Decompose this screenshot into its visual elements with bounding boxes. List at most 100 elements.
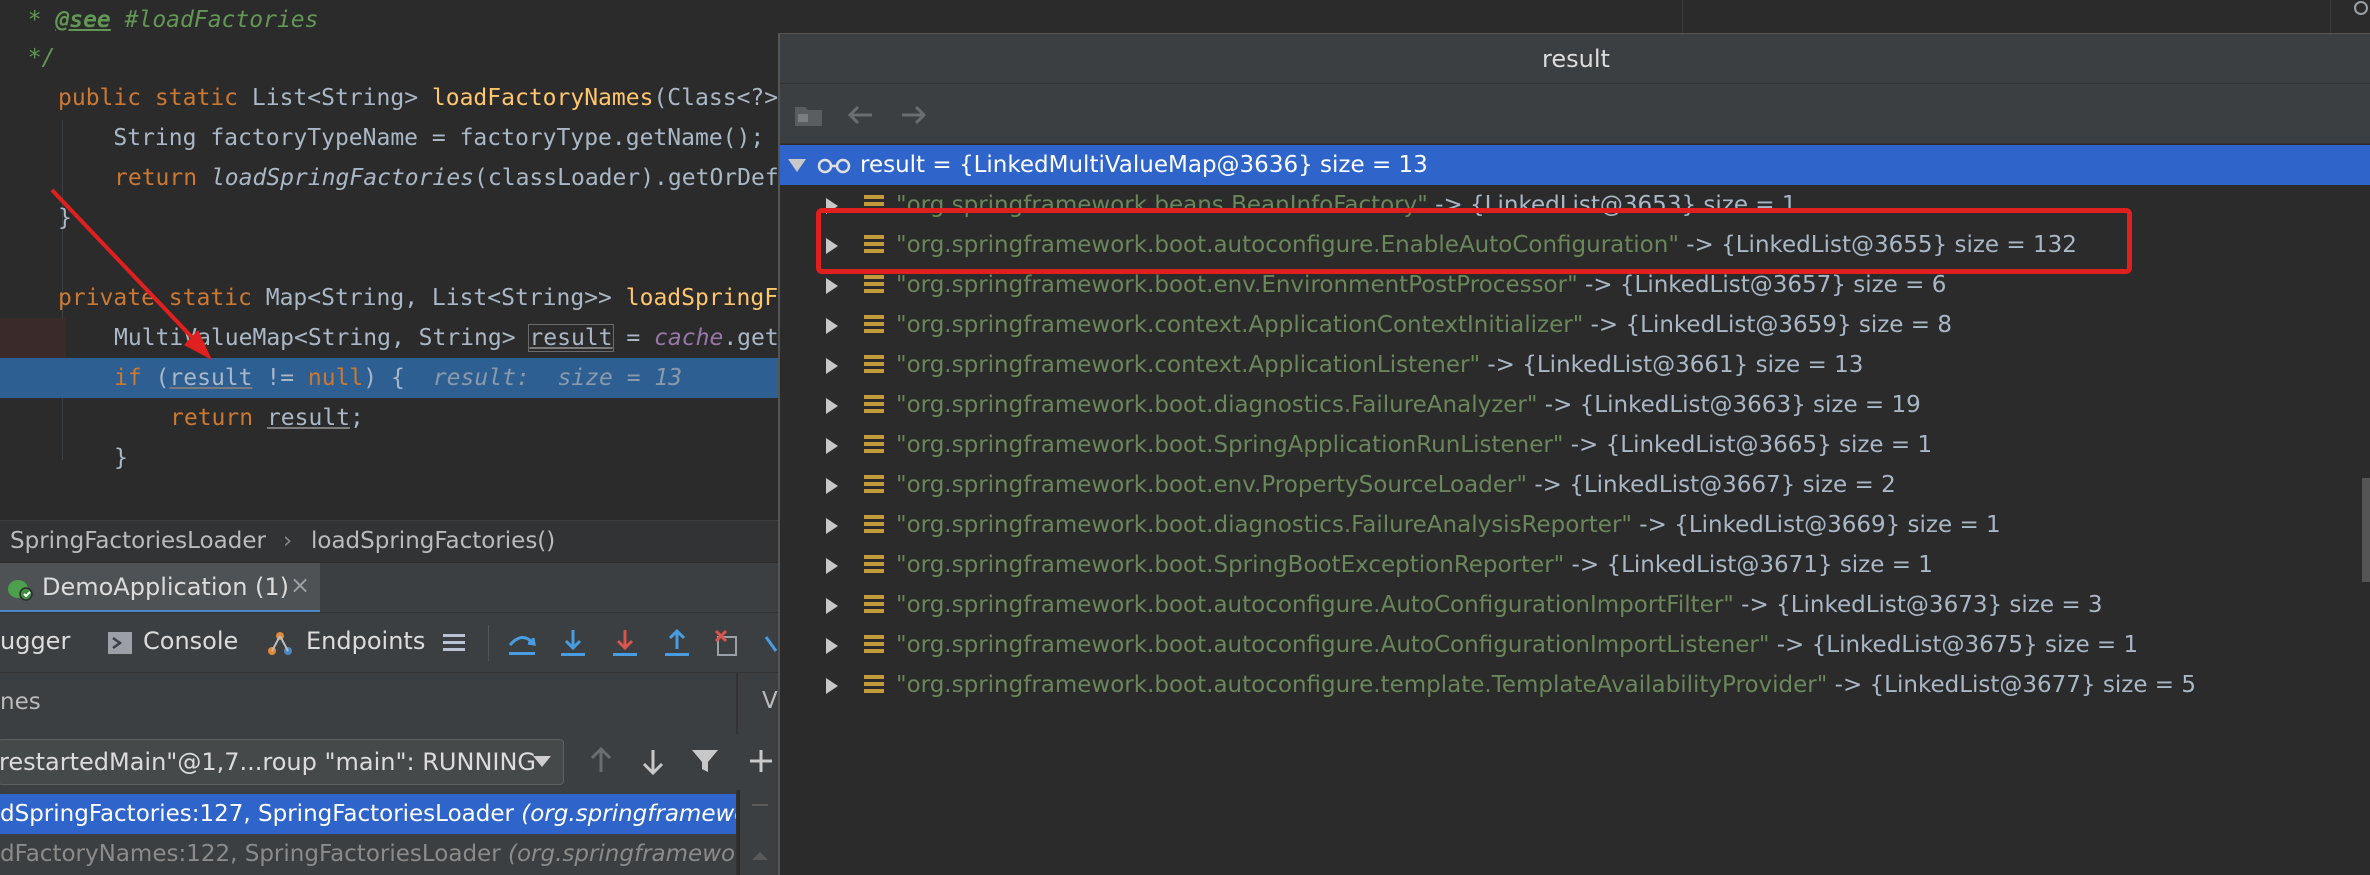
tree-entry-label: "org.springframework.boot.autoconfigure.… — [896, 665, 2196, 705]
tree-entry-label: "org.springframework.context.Application… — [896, 345, 1863, 385]
tree-entry[interactable]: "org.springframework.boot.env.PropertySo… — [780, 465, 2370, 505]
tree-entry[interactable]: "org.springframework.boot.autoconfigure.… — [780, 225, 2370, 265]
entry-size: size = 8 — [1851, 312, 1952, 338]
arrow-down-icon[interactable] — [636, 744, 670, 778]
variable-size: size = 13 — [1312, 152, 1428, 178]
breadcrumb-separator: › — [283, 528, 293, 554]
thread-select[interactable]: restartedMain"@1,7...roup "main": RUNNIN… — [0, 739, 564, 785]
chevron-right-icon[interactable] — [826, 638, 838, 654]
add-icon[interactable] — [744, 744, 778, 778]
entry-size: size = 1 — [1831, 432, 1933, 458]
entry-key: "org.springframework.boot.diagnostics.Fa… — [896, 392, 1538, 418]
chevron-right-icon[interactable] — [826, 598, 838, 614]
toolbar-divider — [488, 625, 489, 661]
chevron-right-icon[interactable] — [826, 198, 838, 214]
map-entry-icon — [864, 315, 884, 335]
frames-scrollbar[interactable] — [740, 790, 780, 875]
map-entry-icon — [864, 275, 884, 295]
tab-console[interactable]: Console — [143, 627, 238, 655]
entry-value: {LinkedList@3667} — [1569, 472, 1796, 498]
map-entry-icon — [864, 675, 884, 695]
entry-key: "org.springframework.boot.autoconfigure.… — [896, 592, 1734, 618]
tree-entry[interactable]: "org.springframework.boot.autoconfigure.… — [780, 625, 2370, 665]
run-tab-demo-application[interactable]: DemoApplication (1) × — [0, 563, 320, 613]
tree-entry[interactable]: "org.springframework.beans.BeanInfoFacto… — [780, 185, 2370, 225]
close-icon[interactable]: × — [290, 571, 310, 599]
chevron-right-icon[interactable] — [826, 558, 838, 574]
tree-entry[interactable]: "org.springframework.boot.SpringBootExce… — [780, 545, 2370, 585]
folder-icon[interactable] — [792, 100, 826, 130]
frame-item[interactable]: dFactoryNames:122, SpringFactoriesLoader… — [0, 834, 736, 874]
drop-frame-icon[interactable] — [712, 627, 746, 661]
tree-entry-label: "org.springframework.boot.SpringApplicat… — [896, 425, 1932, 465]
chevron-right-icon[interactable] — [826, 318, 838, 334]
tree-entry[interactable]: "org.springframework.boot.autoconfigure.… — [780, 585, 2370, 625]
forward-arrow-icon[interactable] — [896, 100, 930, 130]
map-entry-icon — [864, 235, 884, 255]
map-entry-icon — [864, 555, 884, 575]
tree-root-result[interactable]: result = {LinkedMultiValueMap@3636} size… — [780, 145, 2370, 185]
map-entry-icon — [864, 355, 884, 375]
debugger-toolbar: ugger Console Endpoints — [0, 612, 780, 672]
thread-selector-row: restartedMain"@1,7...roup "main": RUNNIN… — [0, 734, 780, 790]
arrow-up-icon[interactable] — [584, 744, 618, 778]
entry-size: size = 1 — [1832, 552, 1933, 578]
chevron-right-icon[interactable] — [826, 278, 838, 294]
tree-entry-label: "org.springframework.boot.diagnostics.Fa… — [896, 505, 2001, 545]
step-over-icon[interactable] — [505, 627, 539, 661]
tab-debugger[interactable]: ugger — [0, 627, 70, 655]
chevron-right-icon[interactable] — [826, 238, 838, 254]
frame-package: (org.springframework — [507, 841, 736, 867]
popup-scrollbar[interactable] — [2362, 478, 2370, 582]
entry-arrow: -> — [1827, 672, 1870, 698]
tree-entry[interactable]: "org.springframework.boot.env.Environmen… — [780, 265, 2370, 305]
tree-entry[interactable]: "org.springframework.boot.diagnostics.Fa… — [780, 385, 2370, 425]
step-out-icon[interactable] — [660, 627, 694, 661]
entry-arrow: -> — [1577, 272, 1620, 298]
map-entry-icon — [864, 395, 884, 415]
variable-name: result — [860, 152, 926, 178]
entry-value: {LinkedList@3663} — [1579, 392, 1806, 418]
chevron-right-icon[interactable] — [826, 358, 838, 374]
entry-value: {LinkedList@3671} — [1606, 552, 1833, 578]
entry-size: size = 5 — [2095, 672, 2197, 698]
map-entry-icon — [864, 435, 884, 455]
tree-entry[interactable]: "org.springframework.context.Application… — [780, 305, 2370, 345]
chevron-down-icon[interactable] — [788, 159, 806, 172]
chevron-right-icon[interactable] — [826, 518, 838, 534]
tab-endpoints[interactable]: Endpoints — [306, 627, 425, 655]
tree-entry[interactable]: "org.springframework.boot.SpringApplicat… — [780, 425, 2370, 465]
chevron-right-icon[interactable] — [826, 438, 838, 454]
entry-arrow: -> — [1480, 352, 1523, 378]
frame-location: dSpringFactories:127, SpringFactoriesLoa… — [0, 801, 522, 827]
breadcrumb-class[interactable]: SpringFactoriesLoader — [10, 528, 266, 554]
tree-entry-label: "org.springframework.boot.env.Environmen… — [896, 265, 1946, 305]
variables-title: V — [762, 688, 778, 714]
entry-value: {LinkedList@3677} — [1869, 672, 2096, 698]
entry-key: "org.springframework.boot.env.PropertySo… — [896, 472, 1528, 498]
entry-arrow: -> — [1427, 192, 1471, 218]
filter-icon[interactable] — [688, 744, 722, 778]
back-arrow-icon[interactable] — [844, 100, 878, 130]
variables-tree: result = {LinkedMultiValueMap@3636} size… — [780, 144, 2370, 875]
entry-size: size = 3 — [2002, 592, 2103, 618]
menu-lines-icon[interactable] — [440, 629, 468, 657]
entry-key: "org.springframework.boot.env.Environmen… — [896, 272, 1578, 298]
run-tab-label: DemoApplication (1) — [42, 573, 290, 601]
force-step-into-icon[interactable] — [608, 627, 642, 661]
popup-title[interactable]: result — [780, 34, 2370, 84]
frame-item[interactable]: dSpringFactories:127, SpringFactoriesLoa… — [0, 794, 736, 834]
entry-key: "org.springframework.boot.autoconfigure.… — [896, 232, 1679, 258]
step-into-icon[interactable] — [556, 627, 590, 661]
breadcrumb: SpringFactoriesLoader › loadSpringFactor… — [0, 520, 780, 562]
chevron-right-icon[interactable] — [826, 478, 838, 494]
entry-key: "org.springframework.beans.BeanInfoFacto… — [896, 192, 1428, 218]
entry-value: {LinkedList@3673} — [1776, 592, 2003, 618]
tree-entry[interactable]: "org.springframework.context.Application… — [780, 345, 2370, 385]
chevron-right-icon[interactable] — [826, 678, 838, 694]
entry-value: {LinkedList@3655} — [1721, 232, 1948, 258]
chevron-right-icon[interactable] — [826, 398, 838, 414]
tree-entry[interactable]: "org.springframework.boot.diagnostics.Fa… — [780, 505, 2370, 545]
tree-entry[interactable]: "org.springframework.boot.autoconfigure.… — [780, 665, 2370, 705]
breadcrumb-method[interactable]: loadSpringFactories() — [311, 528, 555, 554]
